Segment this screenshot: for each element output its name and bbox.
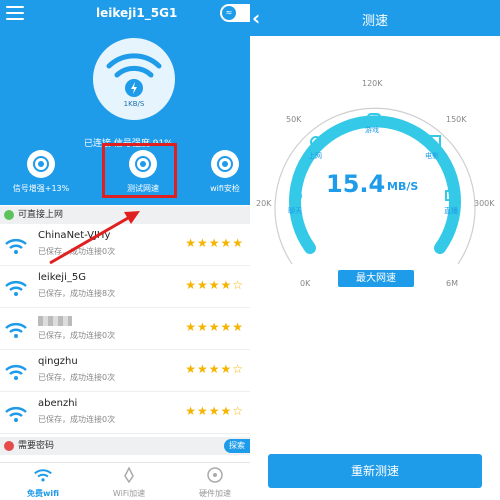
max-speed-label: 最大网速 xyxy=(338,270,414,287)
speed-test-header: ‹ 测速 xyxy=(250,0,500,36)
gauge-tick-label: 0K xyxy=(300,279,311,288)
category-label: 游戏 xyxy=(365,125,379,134)
gauge-tick-label: 120K xyxy=(362,79,383,88)
retest-button[interactable]: 重新测速 xyxy=(268,454,482,488)
page-title: 测速 xyxy=(361,14,388,29)
speed-unit: MB/S xyxy=(387,180,419,193)
annotation-arrow xyxy=(49,211,140,265)
wifi-main-screen: leikeji1_5G1 ≈ 1KB/S 已连接 信号强度 91% 信号增强+1… xyxy=(0,0,250,500)
gauge-tick-label: 20K xyxy=(256,199,272,208)
gauge-tick-label: 300K xyxy=(474,199,495,208)
gauge-tick-label: 50K xyxy=(286,115,302,124)
speed-value: 15.4 xyxy=(326,170,386,198)
category-label: 直播 xyxy=(444,206,458,215)
category-label: 聊天 xyxy=(288,206,302,215)
speed-test-screen: ‹ 测速 0K 20K 50K 120K 150K 300K 6M 上网 游戏 … xyxy=(250,0,500,500)
gauge-tick-label: 150K xyxy=(446,115,467,124)
category-label: 电影 xyxy=(425,151,439,160)
gauge-tick-label: 6M xyxy=(446,279,458,288)
category-label: 上网 xyxy=(308,151,322,160)
